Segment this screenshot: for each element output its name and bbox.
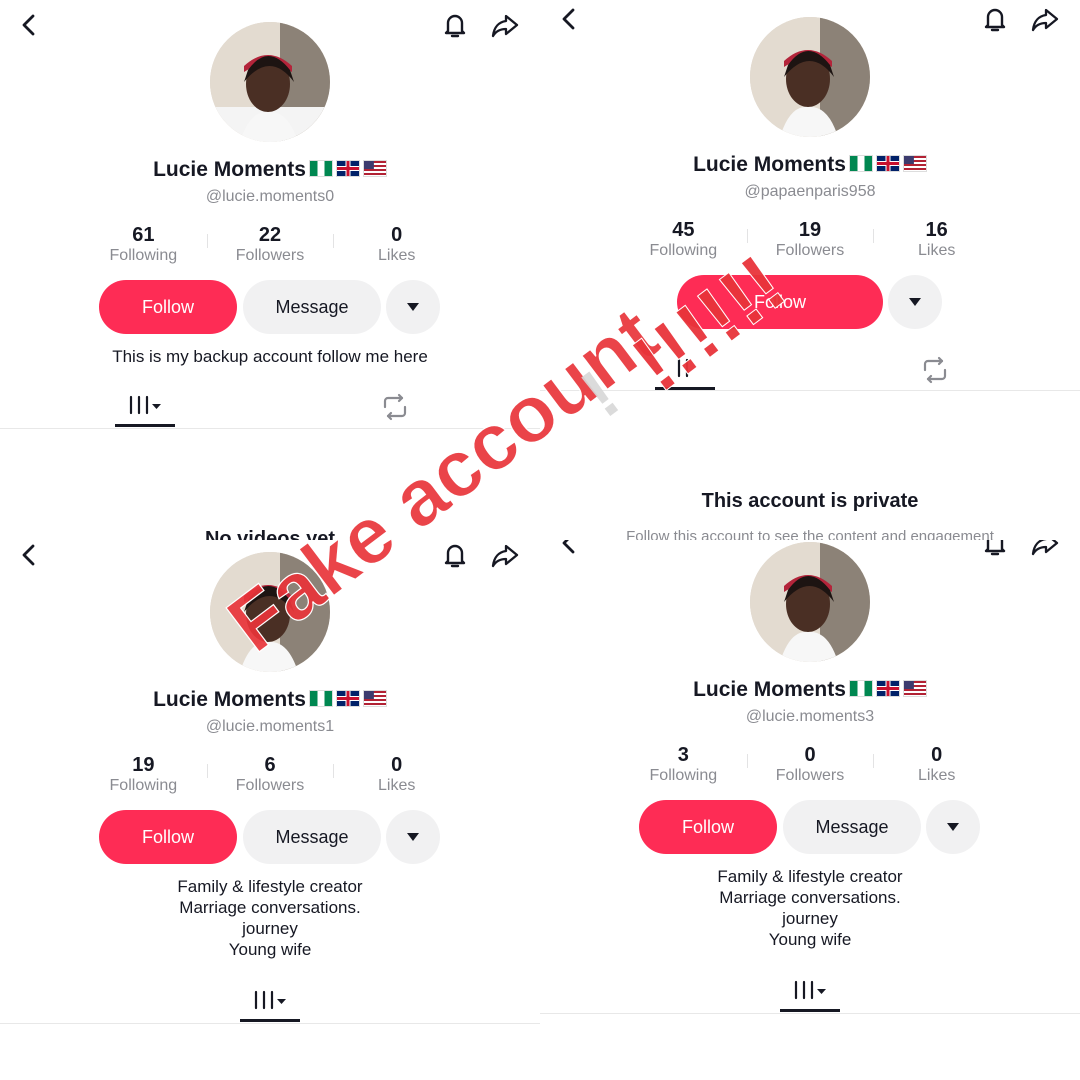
more-options-button[interactable]	[386, 280, 440, 334]
repost-icon	[923, 356, 947, 384]
share-icon[interactable]	[490, 540, 520, 570]
dropdown-caret-icon	[407, 303, 419, 311]
bell-icon[interactable]	[440, 540, 470, 570]
avatar[interactable]	[750, 17, 870, 137]
avatar[interactable]	[210, 552, 330, 672]
bell-icon[interactable]	[980, 4, 1010, 34]
more-options-button[interactable]	[926, 800, 980, 854]
share-icon[interactable]	[1030, 540, 1060, 558]
follow-button[interactable]: Follow	[677, 275, 883, 329]
more-options-button[interactable]	[386, 810, 440, 864]
followers-stat[interactable]: 0 Followers	[746, 744, 874, 794]
tab-videos[interactable]	[655, 350, 715, 390]
profile-name: Lucie Moments	[0, 688, 540, 712]
private-account-title: This account is private	[701, 490, 919, 512]
profile-name: Lucie Moments	[0, 158, 540, 182]
back-arrow-icon[interactable]	[14, 10, 44, 40]
profile-bio: Family & lifestyle creator Marriage conve…	[177, 877, 363, 959]
tab-videos[interactable]	[240, 982, 300, 1022]
no-videos-text: No videos yet	[204, 528, 336, 540]
profile-panel-lucie-moments3: Lucie Moments @lucie.moments3 3 Following…	[540, 540, 1080, 1080]
profile-stats: 61 Following 22 Followers 0 Likes	[80, 224, 460, 274]
followers-stat[interactable]: 22 Followers	[206, 224, 334, 274]
back-arrow-icon[interactable]	[554, 4, 584, 34]
followers-stat[interactable]: 6 Followers	[206, 754, 334, 804]
grid-videos-icon	[677, 358, 689, 378]
more-options-button[interactable]	[888, 275, 942, 329]
profile-bio: Family & lifestyle creator Marriage conve…	[717, 867, 903, 949]
grid-videos-icon	[794, 980, 826, 1000]
tab-reposts[interactable]	[365, 387, 425, 427]
avatar[interactable]	[210, 22, 330, 142]
profile-stats: 3 Following 0 Followers 0 Likes	[620, 744, 1000, 794]
profile-panel-papaenparis958: Lucie Moments @papaenparis958 45 Followin…	[540, 0, 1080, 540]
message-button[interactable]: Message	[243, 280, 381, 334]
following-stat[interactable]: 61 Following	[80, 224, 207, 274]
profile-handle: @lucie.moments3	[745, 708, 875, 725]
tab-videos[interactable]	[115, 387, 175, 427]
profile-stats: 45 Following 19 Followers 16 Likes	[620, 219, 1000, 269]
profile-bio: This is my backup account follow me here	[112, 347, 428, 366]
likes-stat: 0 Likes	[333, 754, 460, 804]
dropdown-caret-icon	[909, 298, 921, 306]
following-stat[interactable]: 45 Following	[620, 219, 747, 269]
profile-handle: @lucie.moments1	[205, 718, 335, 735]
likes-stat: 16 Likes	[873, 219, 1000, 269]
profile-name: Lucie Moments	[540, 153, 1080, 177]
likes-stat: 0 Likes	[333, 224, 460, 274]
tab-reposts[interactable]	[905, 350, 965, 390]
grid-videos-icon	[129, 395, 161, 415]
tab-divider	[0, 428, 540, 429]
likes-stat: 0 Likes	[873, 744, 1000, 794]
message-button[interactable]: Message	[783, 800, 921, 854]
back-arrow-icon[interactable]	[554, 540, 584, 558]
followers-stat[interactable]: 19 Followers	[746, 219, 874, 269]
grid-videos-icon	[254, 990, 286, 1010]
follow-button[interactable]: Follow	[639, 800, 777, 854]
tab-videos[interactable]	[780, 972, 840, 1012]
tab-divider	[540, 1013, 1080, 1014]
follow-button[interactable]: Follow	[99, 810, 237, 864]
profile-panel-lucie-moments0: Lucie Moments @lucie.moments0 61 Followin…	[0, 0, 540, 540]
profile-handle: @lucie.moments0	[205, 188, 335, 205]
following-stat[interactable]: 3 Following	[620, 744, 747, 794]
bell-icon[interactable]	[980, 540, 1010, 558]
bell-icon[interactable]	[440, 10, 470, 40]
dropdown-caret-icon	[947, 823, 959, 831]
dropdown-caret-icon	[407, 833, 419, 841]
back-arrow-icon[interactable]	[14, 540, 44, 570]
repost-icon	[383, 393, 407, 421]
profile-handle: @papaenparis958	[744, 183, 876, 200]
tab-divider	[540, 390, 1080, 391]
profile-name: Lucie Moments	[540, 678, 1080, 702]
share-icon[interactable]	[490, 10, 520, 40]
tab-divider	[0, 1023, 540, 1024]
message-button[interactable]: Message	[243, 810, 381, 864]
following-stat[interactable]: 19 Following	[80, 754, 207, 804]
follow-button[interactable]: Follow	[99, 280, 237, 334]
share-icon[interactable]	[1030, 4, 1060, 34]
profile-panel-lucie-moments1: Lucie Moments @lucie.moments1 19 Followin…	[0, 540, 540, 1080]
profile-stats: 19 Following 6 Followers 0 Likes	[80, 754, 460, 804]
avatar[interactable]	[750, 542, 870, 662]
private-account-subtitle: Follow this account to see the content a…	[626, 528, 994, 540]
